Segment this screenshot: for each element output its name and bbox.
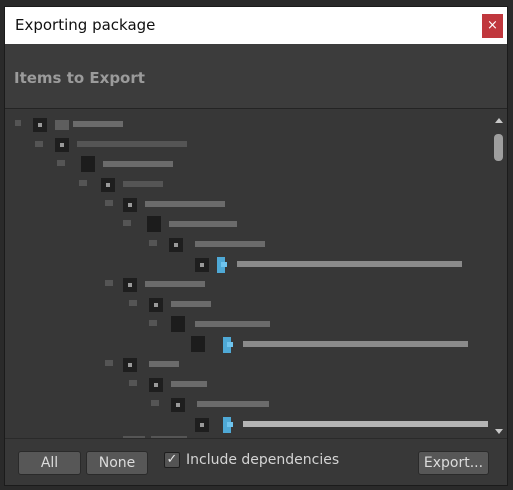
item-label <box>145 281 205 287</box>
expand-arrow-icon[interactable] <box>105 360 113 366</box>
scroll-down-icon[interactable] <box>495 429 503 434</box>
tree-row[interactable] <box>5 276 489 296</box>
item-label <box>195 241 265 247</box>
checkbox-icon[interactable] <box>195 418 209 432</box>
item-label <box>237 261 462 267</box>
expand-arrow-icon[interactable] <box>79 180 87 186</box>
item-label <box>243 341 468 347</box>
item-label <box>169 221 237 227</box>
folder-icon <box>147 216 161 232</box>
close-button[interactable]: × <box>482 14 503 38</box>
export-items-tree[interactable] <box>5 110 507 438</box>
items-header: Items to Export <box>5 44 507 109</box>
checkbox-icon[interactable] <box>149 298 163 312</box>
select-all-button[interactable]: All <box>18 451 81 475</box>
export-button[interactable]: Export... <box>418 451 489 475</box>
scroll-up-icon[interactable] <box>495 118 503 123</box>
item-label <box>197 401 269 407</box>
checkbox-icon[interactable] <box>55 138 69 152</box>
checkbox-icon[interactable] <box>195 258 209 272</box>
item-label <box>195 321 270 327</box>
expand-arrow-icon[interactable] <box>129 300 137 306</box>
tree-row[interactable] <box>5 296 489 316</box>
checkbox-icon[interactable] <box>169 238 183 252</box>
tree-row[interactable] <box>5 156 489 176</box>
folder-icon <box>55 120 69 130</box>
close-icon: × <box>487 18 498 33</box>
tree-row[interactable] <box>5 316 489 336</box>
expand-arrow-icon[interactable] <box>105 280 113 286</box>
item-label <box>171 301 211 307</box>
checkbox-icon[interactable] <box>123 198 137 212</box>
folder-icon <box>171 316 185 332</box>
window-title: Exporting package <box>15 16 156 34</box>
tree-row[interactable] <box>5 416 489 436</box>
tree-row[interactable] <box>5 376 489 396</box>
tree-row[interactable] <box>5 196 489 216</box>
item-label <box>103 161 173 167</box>
tree-row[interactable] <box>5 118 489 138</box>
checkbox-icon[interactable] <box>123 358 137 372</box>
item-label <box>149 361 179 367</box>
expand-arrow-icon[interactable] <box>151 400 159 406</box>
expand-arrow-icon[interactable] <box>129 380 137 386</box>
tree-row[interactable] <box>5 336 489 356</box>
folder-icon <box>81 156 95 172</box>
tree-row[interactable] <box>5 216 489 236</box>
checkbox-icon[interactable] <box>33 118 47 132</box>
tree-row[interactable] <box>5 176 489 196</box>
tree-row[interactable] <box>5 356 489 376</box>
expand-arrow-icon[interactable] <box>105 200 113 206</box>
expand-arrow-icon[interactable] <box>149 320 157 326</box>
checkbox-icon[interactable] <box>101 178 115 192</box>
checkmark-icon: ✓ <box>166 452 178 467</box>
items-to-export-title: Items to Export <box>14 69 145 87</box>
item-label <box>123 181 163 187</box>
tree-scrollbar[interactable] <box>489 110 507 438</box>
tree-row[interactable] <box>5 396 489 416</box>
expand-arrow-icon[interactable] <box>123 220 131 226</box>
item-label <box>243 421 488 427</box>
include-dependencies-label[interactable]: Include dependencies <box>186 452 339 468</box>
scroll-thumb[interactable] <box>494 134 503 161</box>
export-package-window: Exporting package × Items to Export All … <box>4 6 508 486</box>
tree-row[interactable] <box>5 138 489 158</box>
item-label <box>77 141 187 147</box>
tree-row[interactable] <box>5 256 489 276</box>
script-icon <box>217 257 227 273</box>
footer-bar: All None ✓ Include dependencies Export..… <box>5 438 507 485</box>
tree-row[interactable] <box>5 236 489 256</box>
expand-arrow-icon[interactable] <box>35 141 43 147</box>
select-none-button[interactable]: None <box>86 451 148 475</box>
expand-arrow-icon[interactable] <box>149 240 157 246</box>
folder-icon <box>191 336 205 352</box>
checkbox-icon[interactable] <box>123 278 137 292</box>
expand-arrow-icon[interactable] <box>15 120 21 126</box>
checkbox-icon[interactable] <box>149 378 163 392</box>
script-icon <box>223 337 233 353</box>
checkbox-icon[interactable] <box>171 398 185 412</box>
item-label <box>73 121 123 127</box>
item-label <box>171 381 207 387</box>
script-icon <box>223 417 233 433</box>
title-bar[interactable]: Exporting package × <box>5 7 507 44</box>
item-label <box>145 201 225 207</box>
expand-arrow-icon[interactable] <box>57 160 65 166</box>
include-dependencies-checkbox[interactable]: ✓ <box>164 452 180 468</box>
